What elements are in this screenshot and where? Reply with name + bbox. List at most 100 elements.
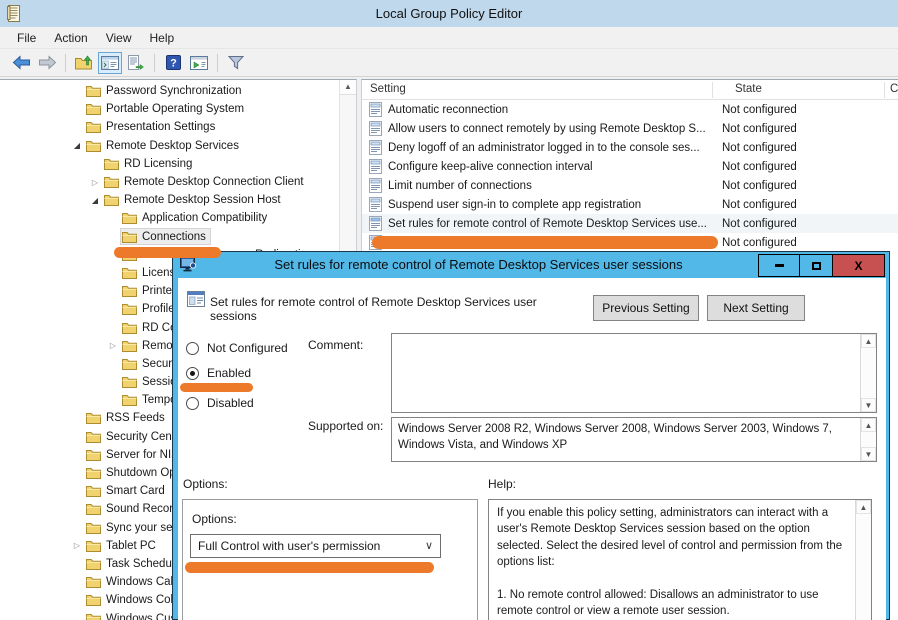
list-row-allow-users-to-connect-remotely-by-using[interactable]: Allow users to connect remotely by using… xyxy=(362,119,898,138)
radio-label: Disabled xyxy=(207,396,254,410)
tree-item-label: Password Synchronization xyxy=(106,85,242,97)
tree-item-label: Connections xyxy=(142,231,206,243)
tree-item-label: RD Licensing xyxy=(124,158,192,170)
forward-button[interactable] xyxy=(35,52,59,74)
scroll-up-icon[interactable]: ▲ xyxy=(340,80,356,95)
expand-icon[interactable]: ▷ xyxy=(88,178,102,187)
policy-doc-icon xyxy=(369,102,382,117)
list-row-deny-logoff-of-an-administrator-logged-i[interactable]: Deny logoff of an administrator logged i… xyxy=(362,138,898,157)
folder-icon xyxy=(122,394,137,406)
expand-icon[interactable]: ▷ xyxy=(70,541,84,550)
menu-item-help[interactable]: Help xyxy=(141,29,184,47)
tree-item-portable-operating-system[interactable]: Portable Operating System xyxy=(0,100,338,118)
supported-scrollbar[interactable]: ▲ ▼ xyxy=(860,418,876,461)
radio-button-icon[interactable] xyxy=(186,342,199,355)
previous-setting-button[interactable]: Previous Setting xyxy=(593,295,699,321)
export-list-button[interactable] xyxy=(124,52,148,74)
minimize-button[interactable] xyxy=(759,255,800,276)
state-cell: Not configured xyxy=(722,142,797,154)
radio-disabled[interactable]: Disabled xyxy=(186,395,254,411)
column-header-setting[interactable]: Setting xyxy=(370,83,406,95)
collapse-icon[interactable]: ◢ xyxy=(70,141,84,150)
expand-icon[interactable]: ▷ xyxy=(106,341,120,350)
tree-item-application-compatibility[interactable]: Application Compatibility xyxy=(0,209,338,227)
comment-scrollbar[interactable]: ▲ ▼ xyxy=(860,334,876,412)
radio-button-icon[interactable] xyxy=(186,367,199,380)
policy-doc-icon xyxy=(369,140,382,155)
folder-icon xyxy=(86,558,101,570)
show-action-pane-button[interactable] xyxy=(187,52,211,74)
scroll-down-icon[interactable]: ▼ xyxy=(861,398,876,412)
filter-button[interactable] xyxy=(224,52,248,74)
folder-icon xyxy=(86,522,101,534)
tree-item-rd-licensing[interactable]: RD Licensing xyxy=(0,155,338,173)
highlight-dropdown xyxy=(185,562,434,573)
folder-icon xyxy=(86,576,101,588)
dialog-titlebar: Set rules for remote control of Remote D… xyxy=(173,252,889,278)
folder-icon xyxy=(122,322,137,334)
scroll-up-icon[interactable]: ▲ xyxy=(861,418,876,432)
up-one-level-icon xyxy=(75,55,93,70)
show-console-tree-button[interactable] xyxy=(98,52,122,74)
tree-item-label: Tablet PC xyxy=(106,540,156,552)
folder-icon xyxy=(122,340,137,352)
scroll-up-icon[interactable]: ▲ xyxy=(856,500,871,514)
chevron-down-icon: ∨ xyxy=(425,539,433,552)
scroll-down-icon[interactable]: ▼ xyxy=(861,447,876,461)
folder-icon xyxy=(86,103,101,115)
show-action-pane-icon xyxy=(190,56,208,70)
radio-label: Enabled xyxy=(207,366,251,380)
comment-input[interactable]: ▲ ▼ xyxy=(391,333,877,413)
list-row-set-rules-for-remote-control-of-remote-d[interactable]: Set rules for remote control of Remote D… xyxy=(362,214,898,233)
help-text: If you enable this policy setting, admin… xyxy=(497,505,849,619)
list-row-limit-number-of-connections[interactable]: Limit number of connectionsNot configure… xyxy=(362,176,898,195)
tree-item-label: Presentation Settings xyxy=(106,121,215,133)
tree-item-remote-desktop-session-host[interactable]: ◢Remote Desktop Session Host xyxy=(0,191,338,209)
setting-cell: Automatic reconnection xyxy=(388,104,718,116)
toolbar-separator xyxy=(65,54,66,72)
menu-item-action[interactable]: Action xyxy=(45,29,96,47)
up-one-level-button[interactable] xyxy=(72,52,96,74)
close-button[interactable]: X xyxy=(833,255,884,276)
radio-not-configured[interactable]: Not Configured xyxy=(186,340,288,356)
setting-cell: Suspend user sign-in to complete app reg… xyxy=(388,199,718,211)
window-titlebar: Local Group Policy Editor xyxy=(0,0,898,27)
tree-item-label: Server for NIS xyxy=(106,449,179,461)
policy-doc-icon xyxy=(369,197,382,212)
next-setting-button[interactable]: Next Setting xyxy=(707,295,805,321)
menu-item-file[interactable]: File xyxy=(8,29,45,47)
help-button[interactable]: ? xyxy=(161,52,185,74)
list-row-suspend-user-sign-in-to-complete-app-reg[interactable]: Suspend user sign-in to complete app reg… xyxy=(362,195,898,214)
radio-label: Not Configured xyxy=(207,341,288,355)
folder-icon xyxy=(86,412,101,424)
collapse-icon[interactable]: ◢ xyxy=(88,196,102,205)
folder-icon xyxy=(86,594,101,606)
menu-item-view[interactable]: View xyxy=(97,29,141,47)
list-row-configure-keep-alive-connection-interval[interactable]: Configure keep-alive connection interval… xyxy=(362,157,898,176)
tree-item-remote-desktop-connection-client[interactable]: ▷Remote Desktop Connection Client xyxy=(0,173,338,191)
scroll-up-icon[interactable]: ▲ xyxy=(861,334,876,348)
back-button[interactable] xyxy=(9,52,33,74)
toolbar-separator xyxy=(154,54,155,72)
list-header: Setting State Comment xyxy=(362,80,898,100)
column-divider[interactable] xyxy=(712,82,713,98)
options-label: Options: xyxy=(183,477,228,491)
tree-item-presentation-settings[interactable]: Presentation Settings xyxy=(0,118,338,136)
column-header-state[interactable]: State xyxy=(735,83,762,95)
minimize-icon xyxy=(775,264,784,267)
tree-item-remote-desktop-services[interactable]: ◢Remote Desktop Services xyxy=(0,137,338,155)
help-scrollbar[interactable]: ▲ xyxy=(855,500,871,620)
radio-button-icon[interactable] xyxy=(186,397,199,410)
setting-name: Set rules for remote control of Remote D… xyxy=(210,295,585,323)
remote-control-level-dropdown[interactable]: Full Control with user's permission ∨ xyxy=(190,534,441,558)
close-icon: X xyxy=(854,259,862,273)
tree-item-password-synchronization[interactable]: Password Synchronization xyxy=(0,82,338,100)
column-divider[interactable] xyxy=(884,82,885,98)
radio-enabled[interactable]: Enabled xyxy=(186,365,251,381)
tree-item-connections[interactable]: Connections xyxy=(0,228,338,246)
column-header-comment[interactable]: Comment xyxy=(890,83,898,95)
maximize-button[interactable] xyxy=(800,255,833,276)
folder-icon xyxy=(86,485,101,497)
list-row-automatic-reconnection[interactable]: Automatic reconnectionNot configured xyxy=(362,100,898,119)
highlight-enabled xyxy=(180,383,253,392)
